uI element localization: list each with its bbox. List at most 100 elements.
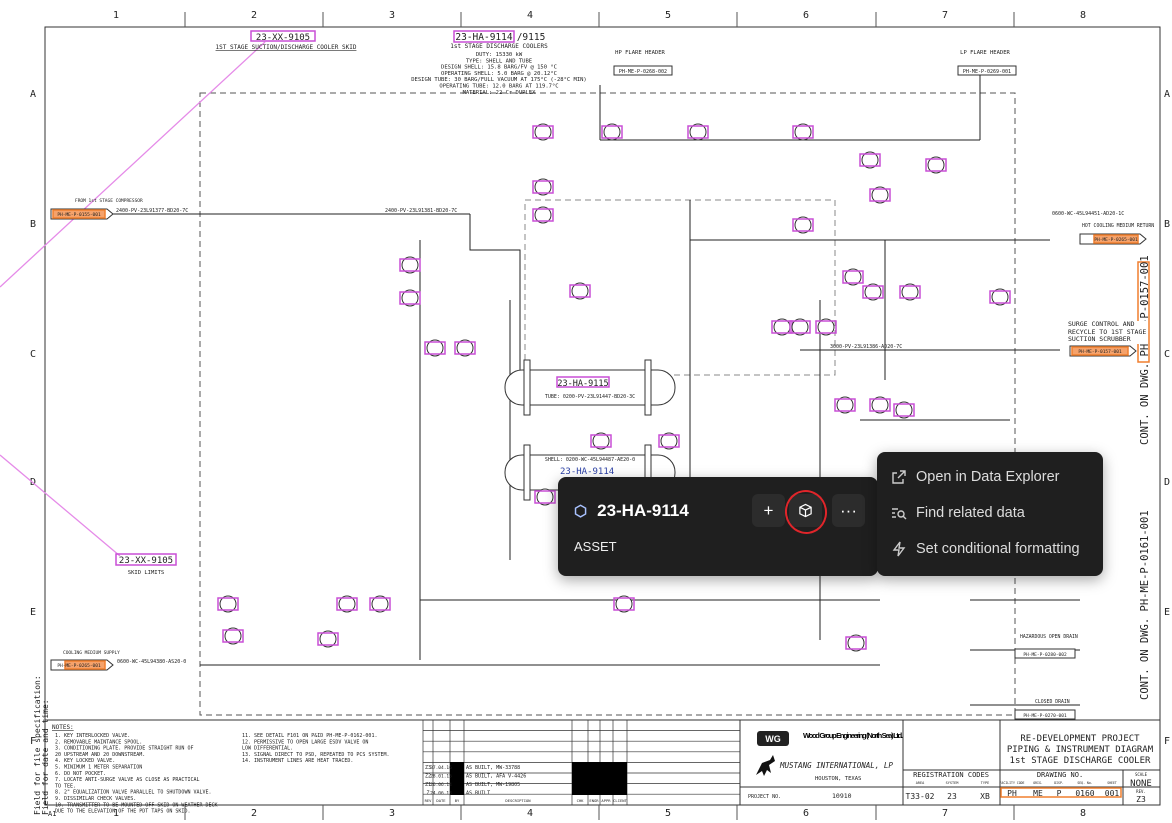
focus-ring (781, 486, 831, 538)
line-inlet-2: 2400-PV-23L91381-BD20-7C (385, 208, 457, 214)
hexagon-icon: ⬡ (574, 503, 588, 520)
line-hot-return: 0600-WC-45L94451-AD20-1C (1052, 211, 1124, 217)
scale-value: NONE (1130, 779, 1152, 789)
rev-header: DESCRIPTION (505, 798, 531, 803)
menu-item-label: Find related data (916, 505, 1025, 521)
grid-column-label: 1 (113, 10, 119, 21)
menu-item-conditional-formatting[interactable]: Set conditional formatting (891, 541, 1080, 557)
reg-label: SYSTEM (946, 781, 959, 785)
reg-value: 23 (947, 792, 957, 801)
exchanger-lower-tag[interactable]: 23-HA-9114 (560, 467, 614, 477)
surge-control-label: SURGE CONTROL AND RECYCLE TO 1ST STAGE S… (1068, 320, 1148, 344)
company-2-city: HOUSTON, TEXAS (815, 776, 861, 782)
title-line-2: PIPING & INSTRUMENT DIAGRAM (1007, 745, 1154, 755)
desc-cell: AS BUILT, MW-33788 (466, 765, 520, 771)
menu-item-find-related-data[interactable]: Find related data (891, 505, 1025, 521)
more-button[interactable]: ··· (832, 494, 865, 527)
mustang-logo (756, 755, 775, 776)
grid-row-label: D (1164, 477, 1170, 488)
rev-header: CLIENT (613, 798, 627, 803)
hp-flare-header: HP FLARE HEADER (615, 50, 665, 56)
redacted (572, 762, 627, 795)
hp-flare-ref: PH-ME-P-0268-002 (619, 69, 667, 75)
wg-logo-text: WG (765, 734, 781, 744)
date-cell: 37.04.16 (430, 765, 452, 771)
line-cooling: 0600-WC-45L94380-AS20-0 (117, 659, 186, 665)
line-inlet: 2400-PV-23L91377-BD20-7C (116, 208, 188, 214)
grid-row-label: A (30, 89, 36, 100)
cooler-spec-line: DESIGN SHELL: 15.8 BARG/FV @ 150 °C (441, 65, 557, 71)
plus-icon: + (763, 500, 774, 520)
note-line: 4. KEY LOCKED VALVE. (55, 758, 115, 764)
rev-cell: Z (426, 791, 429, 797)
link-line (0, 41, 266, 288)
note-line: 12. PERMISSIVE TO OPEN LARGE ESDV VALVE … (242, 739, 368, 745)
exchanger-upper-tag: 23-HA-9115 (557, 379, 608, 389)
grid-row-label: B (1164, 219, 1170, 230)
project-no: 10910 (832, 792, 852, 800)
grid-column-label: 4 (527, 10, 533, 21)
cont-on-dwg-2[interactable]: CONT. ON DWG. PH-ME-P-0161-001 (1139, 510, 1151, 700)
hot-return-connector[interactable]: HOT COOLING MEDIUM RETURN PH-ME-P-0265-0… (1079, 223, 1154, 245)
drawing-no-field-label: DISP. (1054, 781, 1064, 785)
grid-column-label: 6 (803, 10, 809, 21)
note-line: DUE TO THE ELEVATION OF THE PDT TAPS ON … (55, 809, 190, 815)
grid-column-label: 7 (942, 808, 948, 819)
grid-column-label: 3 (389, 808, 395, 819)
grid-row-label: E (1164, 607, 1170, 618)
drawing-no-value: P (1057, 789, 1062, 798)
cooler-tag: 23-HA-9114 (455, 32, 512, 43)
note-line: 11. SEE DETAIL F101 ON P&ID PH-ME-P-0162… (242, 733, 377, 739)
note-line: 20 UPSTREAM AND 20 DOWNSTREAM. (55, 752, 145, 758)
drawing-no-value: ME (1033, 789, 1043, 798)
asset-tag: 23-HA-9114 (597, 501, 689, 520)
rev-header: CHK (577, 798, 585, 803)
date-cell: 26.06.14 (430, 782, 452, 788)
cooling-supply-connector[interactable]: COOLING MEDIUM SUPPLY PH-ME-P-0265-001 (50, 650, 120, 671)
note-line: 9. DISSIMILAR CHECK VALVES. (55, 796, 136, 802)
hazardous-drain: HAZARDOUS OPEN DRAIN (1020, 634, 1078, 640)
skid-limits: SKID LIMITS (128, 570, 164, 576)
reg-value: T33-02 (906, 792, 935, 801)
cont-on-dwg-1[interactable]: CONT. ON DWG. PH-ME-P-0157-001 (1139, 255, 1151, 445)
drawing-no-value: 0160 (1075, 789, 1094, 798)
open-3d-button[interactable] (781, 486, 831, 538)
lp-flare-ref: PH-ME-P-0269-001 (963, 69, 1011, 75)
rev-header: BY (455, 798, 460, 803)
menu-item-open-data-explorer[interactable]: Open in Data Explorer (891, 469, 1059, 485)
drawing-no-field-label: FACILITY CODE (1000, 781, 1025, 785)
note-line: 13. SIGNAL DIRECT TO PSD, REPEATED TO PC… (242, 752, 390, 758)
note-line: 8. 2" EQUALIZATION VALVE PARALLEL TO SHU… (55, 790, 212, 796)
note-line: 1. KEY INTERLOCKED VALVE. (55, 733, 130, 739)
lp-flare-header: LP FLARE HEADER (960, 50, 1010, 56)
surge-connector[interactable]: PH-ME-P-0157-001 (1069, 345, 1137, 357)
grid-column-label: 5 (665, 10, 671, 21)
cooler-spec-line: DUTY: 15330 kW (476, 52, 523, 58)
cooling-supply-label: COOLING MEDIUM SUPPLY (63, 650, 120, 656)
drawing-no-field-label: ORIG. (1033, 781, 1043, 785)
note-line: 14. INSTRUMENT LINES ARE HEAT TRACED. (242, 758, 353, 764)
menu-item-label: Open in Data Explorer (916, 469, 1060, 485)
notes-heading: NOTES: (52, 724, 74, 731)
company-1: Wood Group Engineering (North Sea) Ltd. (803, 731, 903, 740)
grid-row-label: A (1164, 89, 1170, 100)
pid-drawing-canvas[interactable]: 1122334455667788AABBCCDDEEFF 23-XX-9105 … (0, 0, 1172, 823)
drawing-no-value: 001 (1105, 789, 1120, 798)
grid-column-label: 8 (1080, 10, 1086, 21)
asset-type: ASSET (574, 539, 617, 554)
add-button[interactable]: + (752, 494, 785, 527)
cooler-spec-line: DESIGN TUBE: 30 BARG/FULL VACUUM AT 175°… (411, 77, 587, 83)
redacted (450, 762, 464, 795)
rev-header: ENGR (589, 798, 599, 803)
title-block: WG Wood Group Engineering (North Sea) Lt… (739, 720, 1160, 805)
rev-header: APPR (601, 798, 611, 803)
revision-table: Z3 37.04.16 AS BUILT, MW-33788Z2 28.01.15 AS… (422, 719, 741, 806)
registration-codes: REGISTRATION CODES (913, 771, 989, 779)
desc-cell: AS BUILT, MW-19805 (466, 782, 520, 788)
more-icon: ··· (840, 500, 857, 520)
rev-label: REV. (1136, 789, 1146, 794)
asset-title: ⬡ 23-HA-9114 (574, 501, 689, 521)
scale-label: SCALE (1135, 772, 1148, 777)
note-line: LOW DIFFERENTIAL. (242, 746, 293, 752)
cooler-specs: DUTY: 15330 kWTYPE: SHELL AND TUBEDESIGN… (411, 52, 587, 96)
